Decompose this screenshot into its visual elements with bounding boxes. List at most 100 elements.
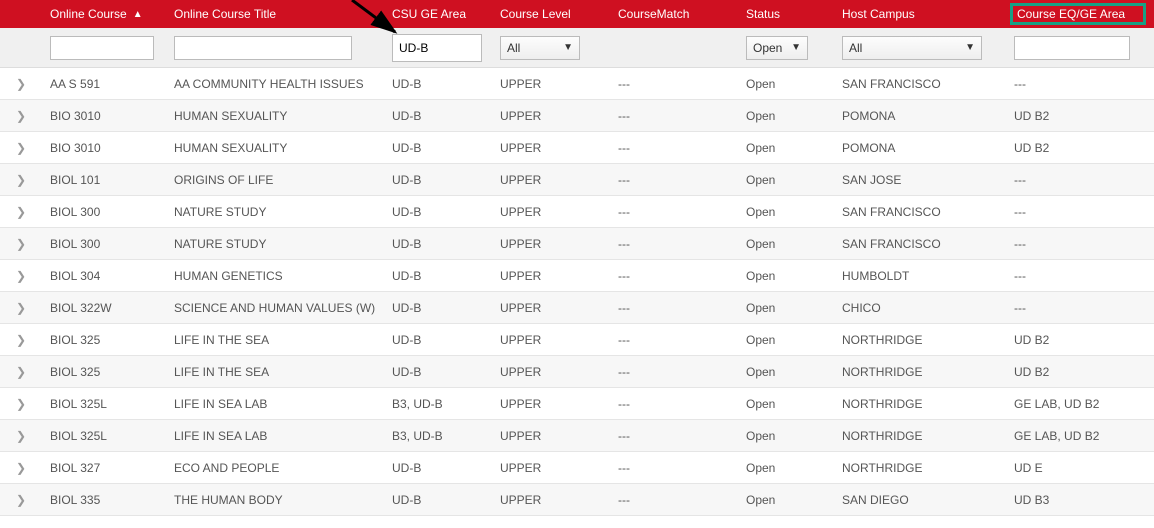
table-row: ❯BIOL 325LLIFE IN SEA LABB3, UD-BUPPER--… (0, 388, 1154, 420)
expand-cell: ❯ (0, 173, 42, 187)
table-row: ❯BIO 3010HUMAN SEXUALITYUD-BUPPER---Open… (0, 132, 1154, 164)
chevron-right-icon[interactable]: ❯ (16, 397, 26, 411)
cell-match: --- (614, 429, 742, 443)
cell-level: UPPER (496, 77, 614, 91)
cell-host: SAN DIEGO (838, 493, 1010, 507)
chevron-right-icon[interactable]: ❯ (16, 429, 26, 443)
filter-ge-input[interactable] (392, 34, 482, 62)
table-header-row: Online Course ▲ Online Course Title CSU … (0, 0, 1154, 28)
cell-match: --- (614, 141, 742, 155)
chevron-right-icon[interactable]: ❯ (16, 461, 26, 475)
cell-match: --- (614, 397, 742, 411)
cell-ge: B3, UD-B (388, 429, 496, 443)
expand-cell: ❯ (0, 493, 42, 507)
cell-status: Open (742, 173, 838, 187)
expand-cell: ❯ (0, 109, 42, 123)
chevron-right-icon[interactable]: ❯ (16, 333, 26, 347)
chevron-right-icon[interactable]: ❯ (16, 269, 26, 283)
cell-course: BIO 3010 (42, 109, 170, 123)
cell-eq: --- (1010, 205, 1146, 219)
cell-course: BIOL 325L (42, 429, 170, 443)
expand-cell: ❯ (0, 141, 42, 155)
header-online-course[interactable]: Online Course ▲ (42, 7, 170, 21)
cell-status: Open (742, 493, 838, 507)
cell-title: LIFE IN THE SEA (170, 365, 388, 379)
expand-cell: ❯ (0, 237, 42, 251)
header-eq-ge-area[interactable]: Course EQ/GE Area (1010, 3, 1146, 25)
filter-level-select[interactable]: All ▼ (500, 36, 580, 60)
cell-course: BIOL 335 (42, 493, 170, 507)
header-status[interactable]: Status (742, 7, 838, 21)
cell-eq: UD B2 (1010, 333, 1146, 347)
cell-host: NORTHRIDGE (838, 461, 1010, 475)
cell-course: BIOL 327 (42, 461, 170, 475)
cell-title: LIFE IN THE SEA (170, 333, 388, 347)
chevron-right-icon[interactable]: ❯ (16, 493, 26, 507)
cell-title: SCIENCE AND HUMAN VALUES (W) (170, 301, 388, 315)
header-course-match[interactable]: CourseMatch (614, 7, 742, 21)
table-row: ❯BIOL 327ECO AND PEOPLEUD-BUPPER---OpenN… (0, 452, 1154, 484)
cell-course: BIOL 304 (42, 269, 170, 283)
select-value: All (507, 41, 520, 55)
header-ge-area[interactable]: CSU GE Area (388, 7, 496, 21)
cell-level: UPPER (496, 301, 614, 315)
filter-status-select[interactable]: Open ▼ (746, 36, 808, 60)
cell-status: Open (742, 429, 838, 443)
chevron-right-icon[interactable]: ❯ (16, 77, 26, 91)
table-row: ❯BIOL 322WSCIENCE AND HUMAN VALUES (W)UD… (0, 292, 1154, 324)
header-host-campus[interactable]: Host Campus (838, 7, 1010, 21)
table-row: ❯BIOL 325LIFE IN THE SEAUD-BUPPER---Open… (0, 324, 1154, 356)
cell-eq: --- (1010, 237, 1146, 251)
cell-title: NATURE STUDY (170, 237, 388, 251)
cell-course: BIOL 325 (42, 333, 170, 347)
cell-level: UPPER (496, 397, 614, 411)
cell-match: --- (614, 301, 742, 315)
filter-title-input[interactable] (174, 36, 352, 60)
cell-level: UPPER (496, 141, 614, 155)
chevron-right-icon[interactable]: ❯ (16, 301, 26, 315)
chevron-down-icon: ▼ (965, 42, 975, 53)
cell-status: Open (742, 269, 838, 283)
cell-level: UPPER (496, 237, 614, 251)
expand-cell: ❯ (0, 461, 42, 475)
filter-title-cell (170, 36, 388, 60)
cell-host: NORTHRIDGE (838, 365, 1010, 379)
cell-eq: GE LAB, UD B2 (1010, 397, 1146, 411)
cell-course: BIO 3010 (42, 141, 170, 155)
expand-cell: ❯ (0, 429, 42, 443)
chevron-right-icon[interactable]: ❯ (16, 109, 26, 123)
filter-level-cell: All ▼ (496, 36, 614, 60)
sort-asc-icon: ▲ (133, 9, 143, 20)
chevron-right-icon[interactable]: ❯ (16, 365, 26, 379)
filter-course-input[interactable] (50, 36, 154, 60)
expand-cell: ❯ (0, 269, 42, 283)
table-row: ❯BIOL 101ORIGINS OF LIFEUD-BUPPER---Open… (0, 164, 1154, 196)
table-row: ❯BIO 3010HUMAN SEXUALITYUD-BUPPER---Open… (0, 100, 1154, 132)
cell-ge: UD-B (388, 109, 496, 123)
filter-host-select[interactable]: All ▼ (842, 36, 982, 60)
expand-cell: ❯ (0, 77, 42, 91)
cell-ge: UD-B (388, 237, 496, 251)
cell-eq: GE LAB, UD B2 (1010, 429, 1146, 443)
cell-level: UPPER (496, 461, 614, 475)
cell-ge: UD-B (388, 333, 496, 347)
cell-eq: --- (1010, 269, 1146, 283)
cell-eq: --- (1010, 77, 1146, 91)
filter-eq-input[interactable] (1014, 36, 1130, 60)
table-row: ❯BIOL 300NATURE STUDYUD-BUPPER---OpenSAN… (0, 196, 1154, 228)
chevron-right-icon[interactable]: ❯ (16, 173, 26, 187)
chevron-right-icon[interactable]: ❯ (16, 237, 26, 251)
cell-match: --- (614, 493, 742, 507)
cell-host: SAN FRANCISCO (838, 205, 1010, 219)
chevron-right-icon[interactable]: ❯ (16, 205, 26, 219)
cell-status: Open (742, 109, 838, 123)
header-course-title[interactable]: Online Course Title (170, 7, 388, 21)
cell-match: --- (614, 269, 742, 283)
cell-level: UPPER (496, 205, 614, 219)
cell-host: SAN JOSE (838, 173, 1010, 187)
cell-ge: UD-B (388, 141, 496, 155)
header-course-level[interactable]: Course Level (496, 7, 614, 21)
cell-level: UPPER (496, 365, 614, 379)
chevron-right-icon[interactable]: ❯ (16, 141, 26, 155)
table-row: ❯AA S 591AA COMMUNITY HEALTH ISSUESUD-BU… (0, 68, 1154, 100)
